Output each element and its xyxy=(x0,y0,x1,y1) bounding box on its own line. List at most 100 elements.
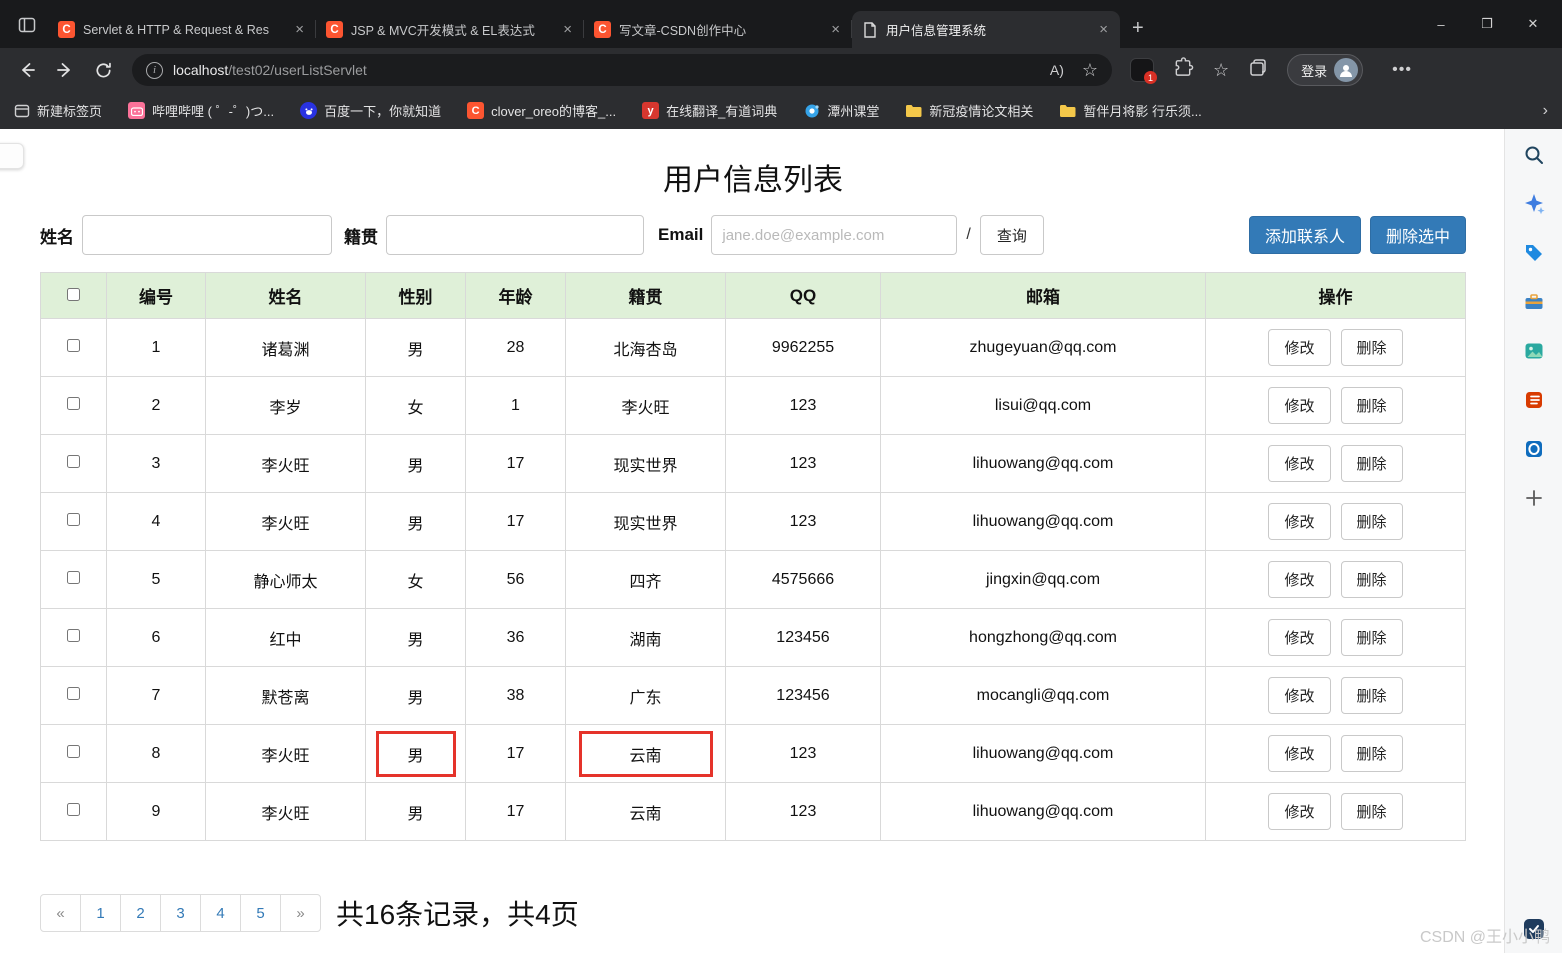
cell-hometown: 湖南 xyxy=(565,608,726,667)
page-4-button[interactable]: 4 xyxy=(200,894,241,932)
page-3-button[interactable]: 3 xyxy=(160,894,201,932)
row-checkbox[interactable] xyxy=(67,570,80,584)
cell-name: 李火旺 xyxy=(205,724,366,783)
sidebar-search-icon[interactable] xyxy=(1520,141,1548,169)
page-5-button[interactable]: 5 xyxy=(240,894,281,932)
row-checkbox[interactable] xyxy=(67,396,80,410)
cell-name: 李岁 xyxy=(205,376,366,435)
bookmark-baidu[interactable]: 百度一下，你就知道 xyxy=(300,101,441,120)
edge-sidebar xyxy=(1504,129,1562,953)
delete-button[interactable]: 删除 xyxy=(1340,677,1403,714)
page-prev-button[interactable]: « xyxy=(40,894,81,932)
delete-button[interactable]: 删除 xyxy=(1340,503,1403,540)
tab-jsp-mvc[interactable]: C JSP & MVC开发模式 & EL表达式 × xyxy=(316,11,584,48)
add-favorite-icon[interactable]: ☆ xyxy=(1082,60,1098,81)
edit-button[interactable]: 修改 xyxy=(1268,619,1331,656)
edit-button[interactable]: 修改 xyxy=(1268,793,1331,830)
forward-icon[interactable] xyxy=(48,53,82,87)
extensions-puzzle-icon[interactable] xyxy=(1173,57,1194,83)
cell-gender: 男 xyxy=(365,318,466,377)
query-button[interactable]: 查询 xyxy=(979,215,1044,255)
sidebar-copilot-icon[interactable] xyxy=(1520,190,1548,218)
extension-badge-icon[interactable]: 1 xyxy=(1130,58,1157,84)
sidebar-add-icon[interactable] xyxy=(1520,484,1548,512)
settings-more-icon[interactable]: ••• xyxy=(1382,61,1418,79)
bookmark-folder-covid[interactable]: 新冠疫情论文相关 xyxy=(905,101,1033,120)
delete-selected-button[interactable]: 删除选中 xyxy=(1369,216,1466,254)
hometown-filter-label: 籍贯 xyxy=(344,227,378,247)
edit-button[interactable]: 修改 xyxy=(1268,503,1331,540)
refresh-icon[interactable] xyxy=(86,53,120,87)
row-checkbox[interactable] xyxy=(67,512,80,526)
back-icon[interactable] xyxy=(10,53,44,87)
bookmark-csdn-blog[interactable]: C clover_oreo的博客_... xyxy=(467,101,616,120)
row-checkbox[interactable] xyxy=(67,628,80,642)
cell-age: 17 xyxy=(465,782,566,841)
sidebar-outlook-icon[interactable] xyxy=(1520,435,1548,463)
add-contact-button[interactable]: 添加联系人 xyxy=(1248,216,1361,254)
cell-id: 9 xyxy=(106,782,206,841)
delete-button[interactable]: 删除 xyxy=(1340,445,1403,482)
close-icon[interactable]: × xyxy=(293,21,306,38)
site-info-icon[interactable]: i xyxy=(146,61,163,79)
edit-button[interactable]: 修改 xyxy=(1268,387,1331,424)
delete-button[interactable]: 删除 xyxy=(1340,793,1403,830)
cell-id: 1 xyxy=(106,318,206,377)
login-button[interactable]: 登录 xyxy=(1287,54,1364,86)
email-filter-input[interactable] xyxy=(711,215,958,255)
delete-button[interactable]: 删除 xyxy=(1340,329,1403,366)
bookmark-folder-poems[interactable]: 暂伴月将影 行乐须... xyxy=(1059,101,1202,120)
row-checkbox[interactable] xyxy=(67,744,80,758)
row-checkbox[interactable] xyxy=(67,686,80,700)
csdn-favicon-icon: C xyxy=(594,21,611,38)
edit-button[interactable]: 修改 xyxy=(1268,561,1331,598)
page-2-button[interactable]: 2 xyxy=(120,894,161,932)
delete-button[interactable]: 删除 xyxy=(1340,387,1403,424)
tab-servlet[interactable]: C Servlet & HTTP & Request & Res × xyxy=(48,11,316,48)
bookmark-youdao[interactable]: y 在线翻译_有道词典 xyxy=(642,101,777,120)
page-1-button[interactable]: 1 xyxy=(80,894,121,932)
close-icon[interactable]: × xyxy=(1097,21,1110,38)
sidebar-shopping-icon[interactable] xyxy=(1520,239,1548,267)
toolbar-icons: 1 ☆ 登录 ••• xyxy=(1130,54,1418,86)
tab-title: Servlet & HTTP & Request & Res xyxy=(83,22,269,37)
read-aloud-icon[interactable]: A) xyxy=(1050,62,1064,78)
workspaces-icon[interactable] xyxy=(10,8,44,42)
page-next-button[interactable]: » xyxy=(280,894,321,932)
hometown-filter-input[interactable] xyxy=(386,215,644,255)
delete-button[interactable]: 删除 xyxy=(1340,735,1403,772)
new-tab-button[interactable]: + xyxy=(1120,17,1156,48)
maximize-icon[interactable]: ❒ xyxy=(1464,0,1510,48)
edit-button[interactable]: 修改 xyxy=(1268,329,1331,366)
delete-button[interactable]: 删除 xyxy=(1340,561,1403,598)
sidebar-office-icon[interactable] xyxy=(1520,386,1548,414)
minimize-icon[interactable]: – xyxy=(1418,0,1464,48)
collections-icon[interactable] xyxy=(1248,58,1268,83)
close-icon[interactable]: × xyxy=(829,21,842,38)
col-header-actions: 操作 xyxy=(1205,272,1466,319)
edit-button[interactable]: 修改 xyxy=(1268,677,1331,714)
edit-button[interactable]: 修改 xyxy=(1268,735,1331,772)
bookmark-new-tab[interactable]: 新建标签页 xyxy=(14,101,102,120)
row-checkbox[interactable] xyxy=(67,338,80,352)
window-close-icon[interactable]: ✕ xyxy=(1510,0,1556,48)
edit-button[interactable]: 修改 xyxy=(1268,445,1331,482)
row-checkbox[interactable] xyxy=(67,802,80,816)
name-filter-input[interactable] xyxy=(82,215,332,255)
tab-user-management-active[interactable]: 用户信息管理系统 × xyxy=(852,11,1120,48)
tab-csdn-editor[interactable]: C 写文章-CSDN创作中心 × xyxy=(584,11,852,48)
close-icon[interactable]: × xyxy=(561,21,574,38)
bookmarks-overflow-icon[interactable]: › xyxy=(1543,102,1548,120)
select-all-checkbox[interactable] xyxy=(67,287,80,301)
delete-button[interactable]: 删除 xyxy=(1340,619,1403,656)
sidebar-travel-icon[interactable] xyxy=(1520,288,1548,316)
favorites-icon[interactable]: ☆ xyxy=(1213,60,1229,81)
sidebar-designer-icon[interactable] xyxy=(1520,337,1548,365)
sidebar-handle[interactable] xyxy=(0,143,24,169)
bookmark-bilibili[interactable]: 哔哩哔哩 ( ゜-゜)つ... xyxy=(128,101,274,120)
tab-title: JSP & MVC开发模式 & EL表达式 xyxy=(351,24,535,38)
address-bar[interactable]: i localhost/test02/userListServlet A) ☆ xyxy=(132,54,1112,86)
row-checkbox[interactable] xyxy=(67,454,80,468)
bookmark-tanzhou[interactable]: 潭州课堂 xyxy=(803,101,879,120)
red-highlight-box: 男 xyxy=(375,730,456,777)
